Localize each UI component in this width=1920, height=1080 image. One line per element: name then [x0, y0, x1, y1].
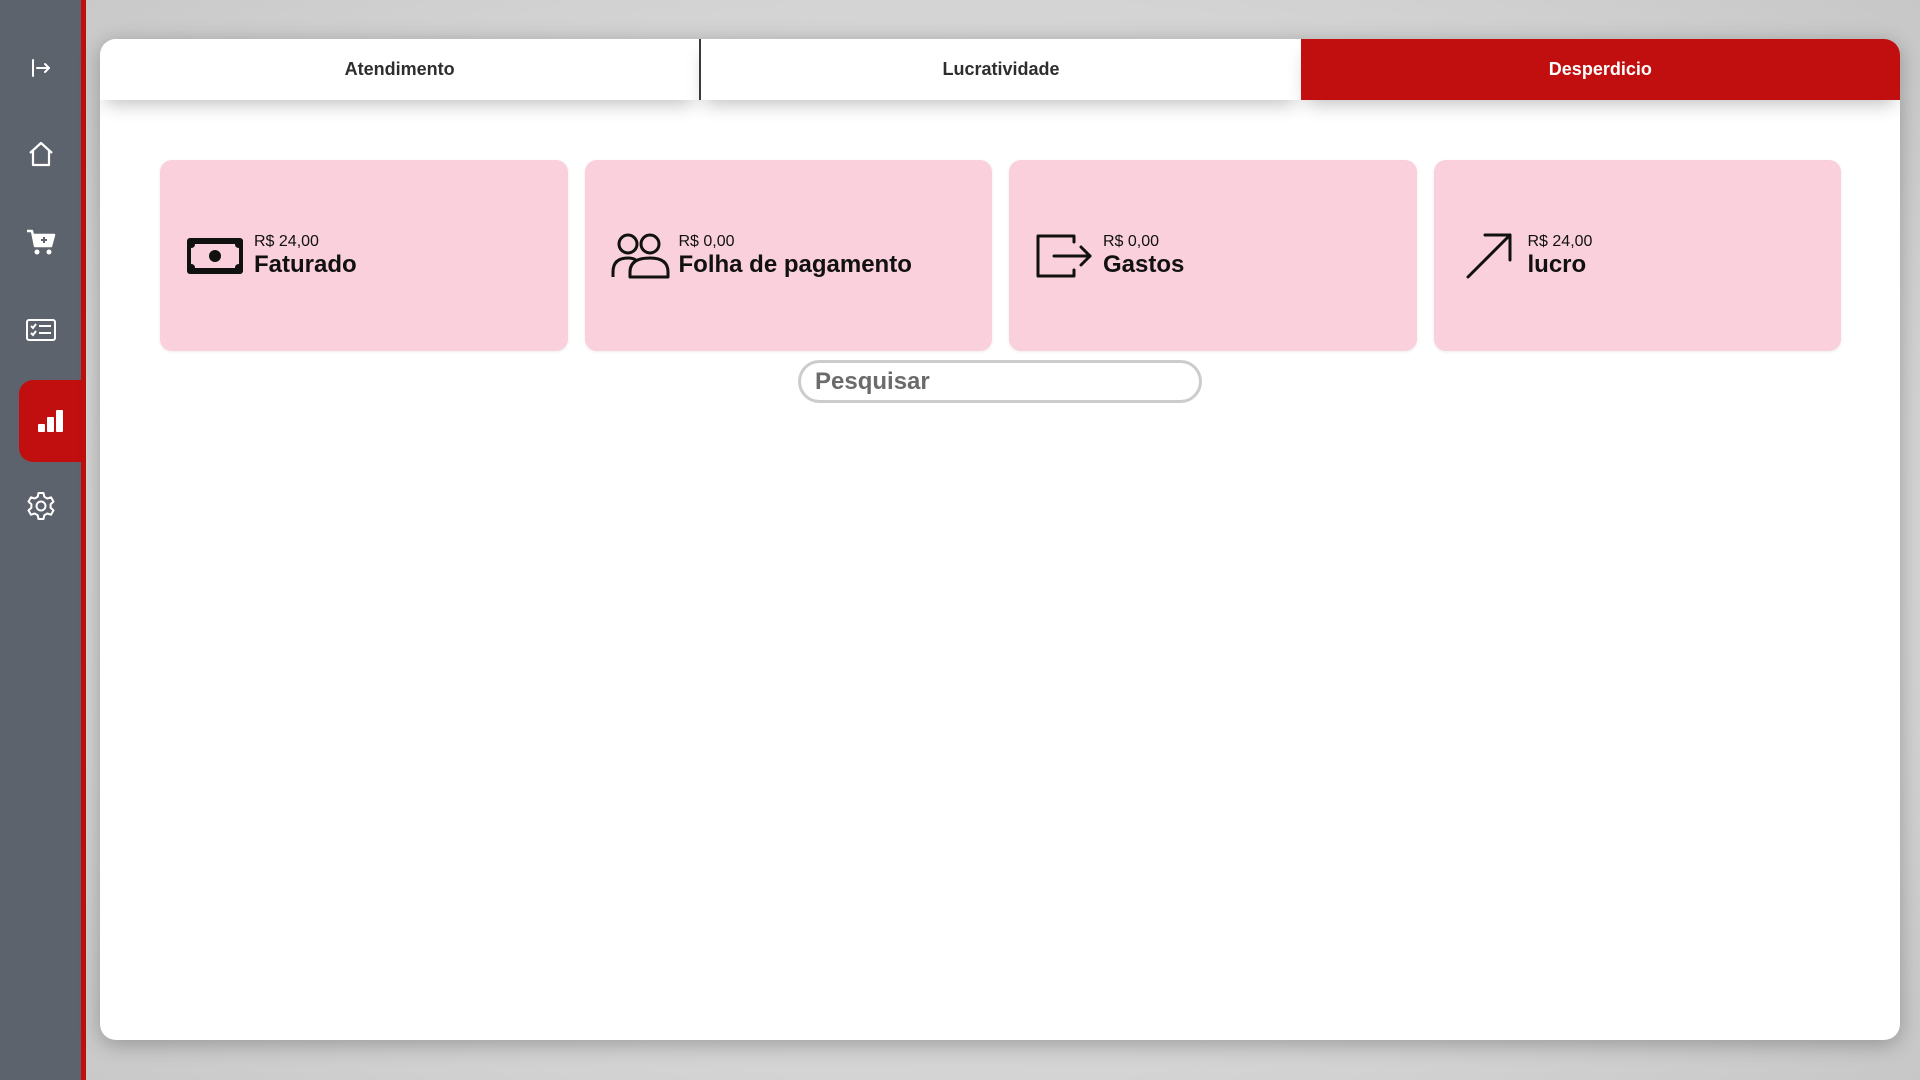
cart-icon: [25, 226, 57, 258]
tab-atendimento[interactable]: Atendimento: [100, 39, 700, 100]
tab-lucratividade[interactable]: Lucratividade: [699, 39, 1301, 100]
card-label: Folha de pagamento: [678, 250, 912, 278]
card-gastos: R$ 0,00 Gastos: [1009, 160, 1417, 351]
checklist-icon: [25, 317, 57, 343]
sidebar-item-cart[interactable]: [0, 201, 81, 283]
search-input[interactable]: [798, 360, 1202, 403]
main-panel: Atendimento Lucratividade Desperdicio R$…: [100, 39, 1900, 1040]
card-folha-de-pagamento: R$ 0,00 Folha de pagamento: [584, 160, 992, 351]
tab-bar: Atendimento Lucratividade Desperdicio: [100, 39, 1900, 100]
collapse-arrow-icon: [30, 57, 52, 79]
card-amount: R$ 24,00: [254, 232, 319, 250]
sidebar-item-reports[interactable]: [19, 380, 81, 462]
arrow-up-right-icon: [1459, 230, 1519, 282]
card-label: lucro: [1527, 250, 1587, 278]
people-icon: [610, 230, 670, 282]
card-amount: R$ 0,00: [1103, 232, 1160, 250]
sidebar-item-settings[interactable]: [0, 465, 81, 547]
summary-cards: R$ 24,00 Faturado R$ 0,00 Folha de pagam…: [160, 160, 1841, 351]
card-amount: R$ 0,00: [678, 232, 735, 250]
card-label: Faturado: [254, 250, 357, 278]
money-icon: [185, 230, 245, 282]
exit-icon: [1034, 230, 1094, 282]
tab-desperdicio[interactable]: Desperdicio: [1300, 39, 1900, 100]
search-container: [798, 360, 1202, 403]
sidebar: [0, 0, 86, 1080]
sidebar-item-checklist[interactable]: [0, 289, 81, 371]
card-faturado: R$ 24,00 Faturado: [160, 160, 568, 351]
bar-chart-icon: [36, 407, 64, 435]
card-lucro: R$ 24,00 lucro: [1433, 160, 1841, 351]
home-icon: [26, 139, 56, 169]
sidebar-item-home[interactable]: [0, 113, 81, 195]
gear-icon: [25, 490, 57, 522]
card-amount: R$ 24,00: [1527, 232, 1593, 250]
card-label: Gastos: [1103, 250, 1185, 278]
sidebar-collapse-button[interactable]: [0, 27, 81, 109]
